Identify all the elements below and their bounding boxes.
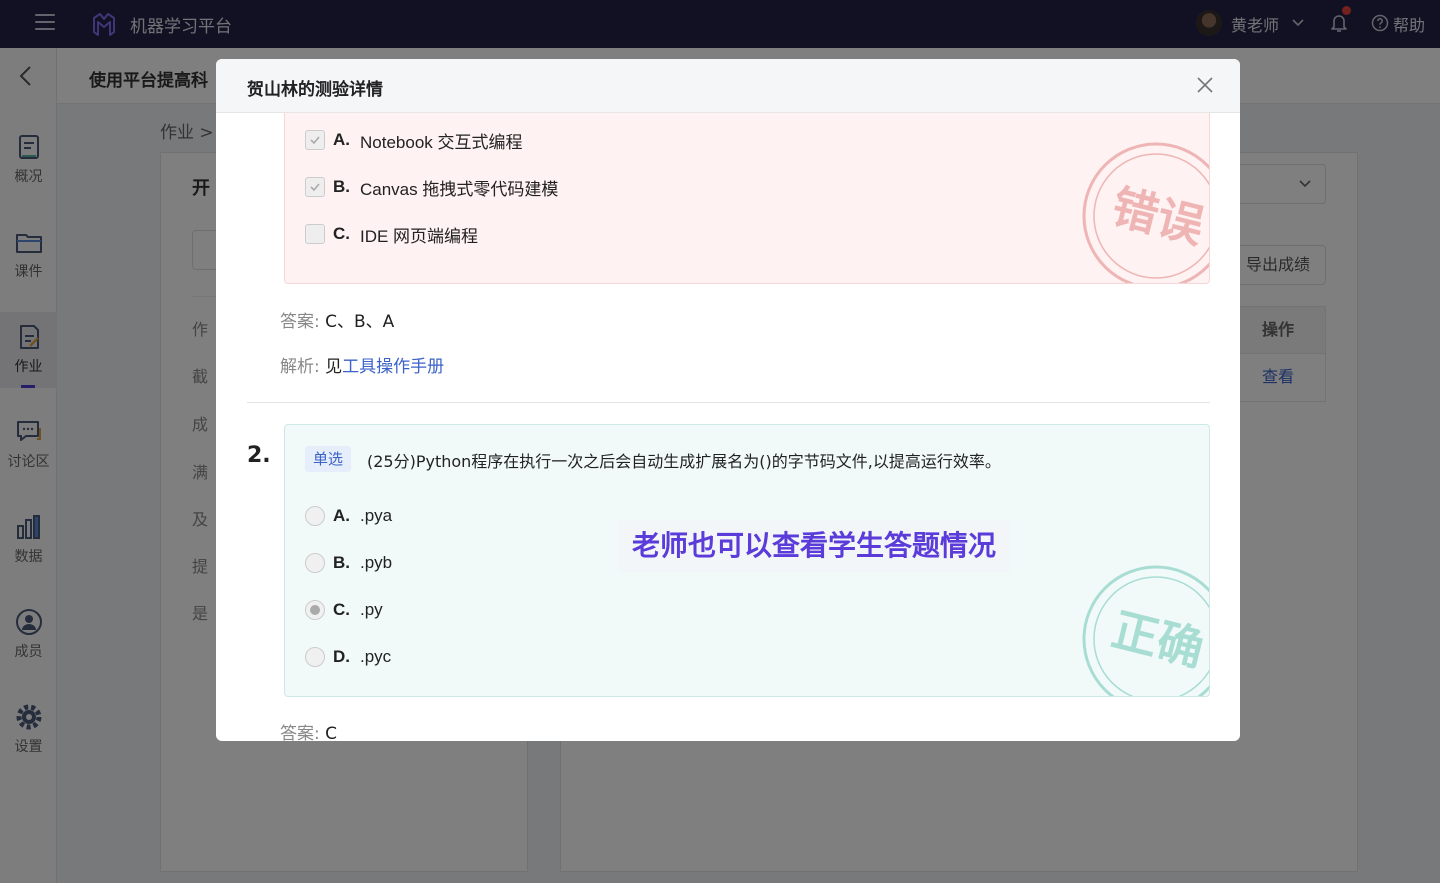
option-text: IDE 网页端编程 (360, 226, 479, 246)
annotation-callout: 老师也可以查看学生答题情况 (618, 520, 1011, 572)
option-letter: C. (333, 224, 350, 243)
option-letter: A. (333, 506, 350, 525)
answer-label: 答案: (280, 312, 320, 332)
answer-row: 答案: C、B、A (280, 307, 394, 332)
answer-value: C (325, 724, 338, 741)
option-letter: D. (333, 647, 350, 666)
option-b: B. Canvas 拖拽式零代码建模 (305, 175, 558, 199)
answer-row: 答案: C (280, 719, 337, 741)
modal-header: 贺山林的测验详情 (216, 59, 1240, 113)
option-text: Notebook 交互式编程 (360, 132, 523, 152)
option-c: C. .py (305, 598, 383, 622)
option-text: .pya (360, 506, 393, 525)
analysis-row: 解析: 见工具操作手册 (280, 352, 444, 377)
answer-value: C、B、A (325, 312, 395, 332)
option-letter: A. (333, 130, 350, 149)
question-divider (247, 402, 1210, 403)
quiz-detail-modal: 贺山林的测验详情 A. Notebook 交互式编程 B. Canvas 拖拽式… (216, 59, 1240, 741)
answer-label: 答案: (280, 724, 320, 741)
manual-link[interactable]: 工具操作手册 (342, 357, 444, 377)
radio-unselected (305, 647, 325, 667)
question-number: 2. (247, 443, 271, 468)
checkbox-unchecked (305, 224, 325, 244)
question-1-box: A. Notebook 交互式编程 B. Canvas 拖拽式零代码建模 C. … (284, 113, 1210, 284)
radio-unselected (305, 506, 325, 526)
analysis-prefix: 见 (325, 357, 343, 377)
svg-text:正确: 正确 (1107, 602, 1209, 677)
option-text: .pyc (360, 647, 392, 666)
option-letter: B. (333, 177, 350, 196)
option-letter: C. (333, 600, 350, 619)
option-text: Canvas 拖拽式零代码建模 (360, 179, 559, 199)
modal-body[interactable]: A. Notebook 交互式编程 B. Canvas 拖拽式零代码建模 C. … (216, 113, 1240, 741)
svg-text:错误: 错误 (1107, 179, 1209, 254)
checkbox-checked (305, 177, 325, 197)
option-text: .py (360, 600, 383, 619)
correct-stamp-icon: 正确 (1082, 565, 1209, 696)
close-icon[interactable] (1195, 75, 1215, 95)
option-a: A. .pya (305, 504, 392, 528)
question-type-badge: 单选 (305, 446, 352, 472)
option-letter: B. (333, 553, 350, 572)
analysis-label: 解析: (280, 357, 320, 377)
modal-title: 贺山林的测验详情 (247, 80, 383, 100)
checkbox-checked (305, 130, 325, 150)
option-a: A. Notebook 交互式编程 (305, 128, 523, 152)
option-b: B. .pyb (305, 551, 392, 575)
option-text: .pyb (360, 553, 393, 572)
question-text: (25分)Python程序在执行一次之后会自动生成扩展名为()的字节码文件,以提… (367, 452, 1001, 471)
radio-unselected (305, 553, 325, 573)
wrong-stamp-icon: 错误 (1082, 142, 1209, 283)
option-d: D. .pyc (305, 645, 391, 669)
option-c: C. IDE 网页端编程 (305, 222, 478, 246)
radio-selected (305, 600, 325, 620)
